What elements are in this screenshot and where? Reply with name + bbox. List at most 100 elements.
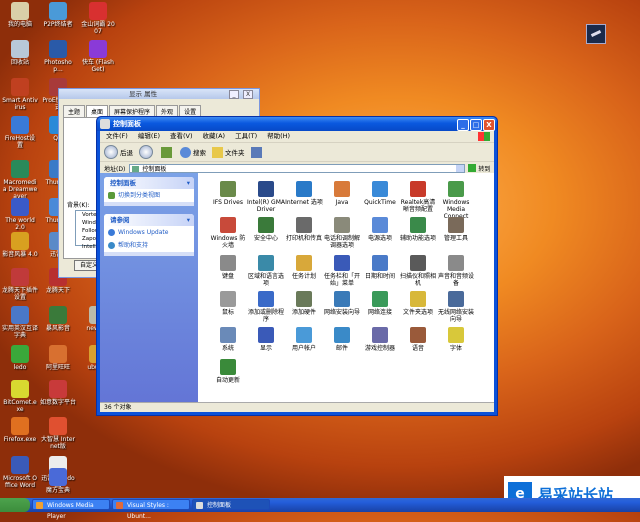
- control-panel-item[interactable]: 任务栏和「开始」菜单: [322, 255, 362, 287]
- control-panel-item[interactable]: QuickTime: [360, 181, 400, 206]
- views-button[interactable]: [250, 146, 264, 158]
- desktop-icon[interactable]: 回收站: [2, 40, 38, 66]
- control-panel-item[interactable]: 文件夹选项: [398, 291, 438, 316]
- control-panel-item[interactable]: 显示: [246, 327, 286, 352]
- control-panel-item[interactable]: 字体: [436, 327, 476, 352]
- help-and-support-link[interactable]: 帮助和支持: [104, 239, 194, 252]
- switch-to-category-view-link[interactable]: 切换到分类视图: [104, 189, 194, 202]
- control-panel-item[interactable]: IFS Drives: [208, 181, 248, 206]
- applet-icon: [220, 255, 236, 271]
- see-also-header[interactable]: 请参阅 ▾: [104, 214, 194, 226]
- display-properties-titlebar[interactable]: 显示 属性 _ X: [59, 89, 259, 99]
- control-panel-item[interactable]: 电话和调制解调器选项: [322, 217, 362, 249]
- tab-theme[interactable]: 主题: [63, 105, 86, 117]
- desktop-icon[interactable]: P2P终结者: [40, 2, 76, 28]
- taskbar-button-control-panel[interactable]: 控制面板: [192, 499, 270, 510]
- control-panel-item[interactable]: 扫描仪和照相机: [398, 255, 438, 287]
- applet-icon: [258, 181, 274, 197]
- control-panel-item[interactable]: 无线网络安装向导: [436, 291, 476, 323]
- control-panel-item[interactable]: 日期和时间: [360, 255, 400, 280]
- control-panel-window[interactable]: 控制面板 _ □ X 文件(F) 编辑(E) 查看(V) 收藏(A) 工具(T)…: [96, 116, 498, 416]
- control-panel-item[interactable]: 鼠标: [208, 291, 248, 316]
- chevron-down-icon[interactable]: ▾: [187, 214, 190, 226]
- control-panel-item[interactable]: 任务计划: [284, 255, 324, 280]
- desktop-shortcut-icon[interactable]: [586, 24, 606, 44]
- close-button[interactable]: X: [483, 119, 495, 131]
- control-panel-item[interactable]: Internet 选项: [284, 181, 324, 206]
- menu-help[interactable]: 帮助(H): [267, 131, 290, 142]
- close-button[interactable]: X: [243, 90, 253, 99]
- taskbar-button-media-player[interactable]: Windows Media Player: [32, 499, 110, 520]
- control-panel-item[interactable]: 键盘: [208, 255, 248, 280]
- desktop-icon[interactable]: 大智慧 Internet版: [40, 417, 76, 450]
- control-panel-item[interactable]: Java: [322, 181, 362, 206]
- control-panel-item[interactable]: 邮件: [322, 327, 362, 352]
- start-button[interactable]: [0, 498, 30, 512]
- desktop-icon[interactable]: 我的电脑: [2, 2, 38, 28]
- desktop-icon[interactable]: ledo: [2, 345, 38, 371]
- desktop-icon[interactable]: 如意数字平台: [40, 380, 76, 406]
- control-panel-item[interactable]: Intel(R) GMA Driver: [246, 181, 286, 213]
- folders-button[interactable]: 文件夹: [212, 146, 245, 158]
- chevron-down-icon[interactable]: ▾: [187, 177, 190, 189]
- control-panel-item[interactable]: Windows 防火墙: [208, 217, 248, 249]
- control-panel-item[interactable]: 安全中心: [246, 217, 286, 242]
- shortcut-icon: [11, 198, 29, 216]
- control-panel-titlebar[interactable]: 控制面板 _ □ X: [97, 117, 497, 131]
- control-panel-item[interactable]: 自动更新: [208, 359, 248, 384]
- menu-file[interactable]: 文件(F): [106, 131, 128, 142]
- desktop-icon[interactable]: Microsoft Office Word: [2, 456, 38, 489]
- desktop-icon[interactable]: 魔方宝典: [40, 468, 76, 494]
- control-panel-item[interactable]: Windows Media Connect: [436, 181, 476, 220]
- task-box-header[interactable]: 控制面板 ▾: [104, 177, 194, 189]
- go-button[interactable]: 转到: [468, 164, 490, 173]
- control-panel-item[interactable]: 电源选项: [360, 217, 400, 242]
- desktop-icon[interactable]: BitComet.exe: [2, 380, 38, 413]
- control-panel-item[interactable]: 网络安装向导: [322, 291, 362, 316]
- desktop-icon[interactable]: 影音风暴 4.0: [2, 232, 38, 258]
- minimize-button[interactable]: _: [229, 90, 239, 99]
- desktop-icon[interactable]: 金山词霸 2007: [80, 2, 116, 35]
- up-button[interactable]: [161, 146, 174, 158]
- taskbar-button-visual-styles[interactable]: Visual Styles : Ubunt...: [112, 499, 190, 520]
- control-panel-item[interactable]: 打印机和传真: [284, 217, 324, 242]
- address-input[interactable]: 控制面板: [129, 163, 466, 173]
- desktop-icon[interactable]: Macromedia Dreamweaver: [2, 160, 38, 200]
- search-button[interactable]: 搜索: [180, 146, 206, 158]
- desktop-icon[interactable]: Firefox.exe: [2, 417, 38, 443]
- control-panel-item[interactable]: 添加或删除程序: [246, 291, 286, 323]
- chevron-down-icon[interactable]: [456, 164, 465, 172]
- control-panel-item[interactable]: Realtek高清晰音频配置: [398, 181, 438, 213]
- back-button[interactable]: 后退: [104, 145, 133, 159]
- menu-edit[interactable]: 编辑(E): [138, 131, 160, 142]
- windows-update-link[interactable]: Windows Update: [104, 226, 194, 239]
- desktop-icon[interactable]: 龙腾天下插件设置: [2, 268, 38, 301]
- control-panel-item[interactable]: 网络连接: [360, 291, 400, 316]
- control-panel-item[interactable]: 管理工具: [436, 217, 476, 242]
- control-panel-item[interactable]: 声音和音频设备: [436, 255, 476, 287]
- applet-label: 电源选项: [367, 235, 392, 242]
- control-panel-item[interactable]: 区域和语言选项: [246, 255, 286, 287]
- control-panel-item[interactable]: 用户帐户: [284, 327, 324, 352]
- menu-bar: 文件(F) 编辑(E) 查看(V) 收藏(A) 工具(T) 帮助(H): [100, 131, 494, 143]
- minimize-button[interactable]: _: [457, 119, 469, 131]
- control-panel-item[interactable]: 游戏控制器: [360, 327, 400, 352]
- control-panel-item[interactable]: 系统: [208, 327, 248, 352]
- desktop-icon[interactable]: 暴风影音: [40, 306, 76, 332]
- desktop-icon[interactable]: The world 2.0: [2, 198, 38, 231]
- desktop-icon[interactable]: FireHost设置: [2, 116, 38, 149]
- maximize-button[interactable]: □: [470, 119, 482, 131]
- menu-favorites[interactable]: 收藏(A): [203, 131, 226, 142]
- desktop-icon[interactable]: 阿里旺旺: [40, 345, 76, 371]
- menu-view[interactable]: 查看(V): [170, 131, 193, 142]
- desktop-icon[interactable]: Smart Antivirus: [2, 78, 38, 111]
- applet-label: 网络安装向导: [323, 309, 360, 316]
- control-panel-item[interactable]: 辅助功能选项: [398, 217, 438, 242]
- control-panel-item[interactable]: 语音: [398, 327, 438, 352]
- desktop-icon[interactable]: 快车 (FlashGet): [80, 40, 116, 73]
- forward-button[interactable]: [139, 145, 155, 159]
- desktop-icon[interactable]: Photoshop...: [40, 40, 76, 73]
- menu-tools[interactable]: 工具(T): [235, 131, 257, 142]
- control-panel-item[interactable]: 添加硬件: [284, 291, 324, 316]
- desktop-icon[interactable]: 实用英汉互译字典: [2, 306, 38, 339]
